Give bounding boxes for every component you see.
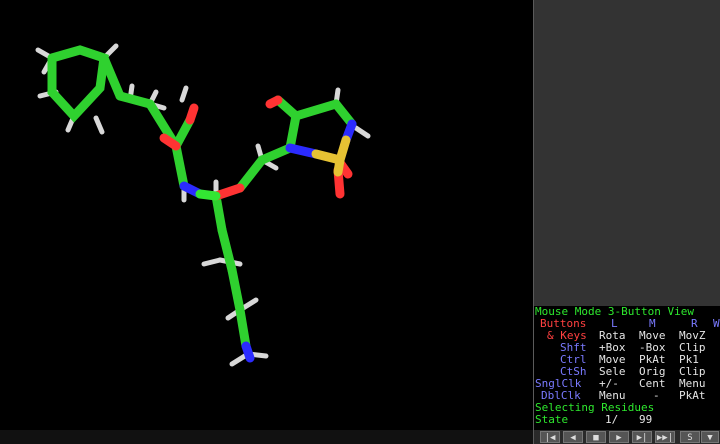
playback-controls: |◀ ◀ ■ ▶ ▶| ▶▶| S ▼ bbox=[534, 430, 720, 444]
command-bar bbox=[0, 430, 533, 444]
play-button[interactable]: ▶ bbox=[609, 431, 629, 443]
state-row: State 1/ 99 bbox=[535, 413, 652, 426]
forward-button[interactable]: ▶| bbox=[632, 431, 652, 443]
dblclk-r: PkAt bbox=[679, 389, 706, 402]
state-total: 99 bbox=[639, 413, 653, 426]
control-panel: Mouse Mode 3-Button View Buttons L M R W… bbox=[534, 0, 720, 430]
sequence-button[interactable]: S bbox=[680, 431, 700, 443]
hydrogen-bonds bbox=[35, 43, 371, 367]
state-value: 1/ bbox=[605, 413, 619, 426]
stop-button[interactable]: ■ bbox=[586, 431, 606, 443]
state-label: State bbox=[535, 413, 569, 426]
end-button[interactable]: ▶▶| bbox=[655, 431, 675, 443]
molecule-viewport[interactable] bbox=[0, 0, 533, 430]
rewind-button[interactable]: |◀ bbox=[540, 431, 560, 443]
center-carbon bbox=[195, 189, 221, 201]
sulfur-bonds bbox=[311, 135, 351, 177]
back-button[interactable]: ◀ bbox=[563, 431, 583, 443]
mouse-mode-box: Mouse Mode 3-Button View Buttons L M R W… bbox=[534, 306, 720, 430]
button-w-label: W bbox=[713, 317, 720, 330]
menu-dropdown-button[interactable]: ▼ bbox=[701, 431, 719, 443]
molecule-render bbox=[35, 43, 371, 367]
